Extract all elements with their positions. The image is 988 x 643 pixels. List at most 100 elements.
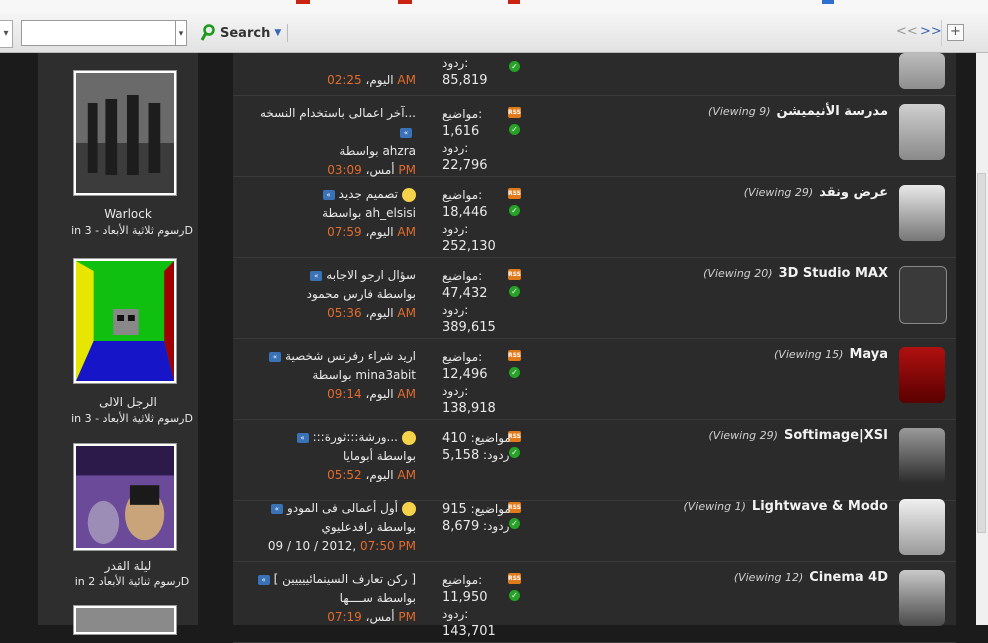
threads-count: 18,446 — [442, 205, 488, 220]
last-post-date: اليوم، — [365, 306, 394, 320]
replies-label: ردود: — [483, 519, 510, 533]
go-to-post-icon[interactable]: « — [322, 189, 335, 200]
gallery-item-title[interactable]: ليلة القدر — [38, 559, 218, 573]
threads-count: 410 — [442, 431, 467, 446]
gallery-thumbnail[interactable] — [73, 258, 177, 384]
last-post-date: 09 / 10 / 2012, — [267, 539, 357, 553]
forum-title[interactable]: 3D Studio MAX — [779, 266, 888, 281]
gallery-item-category[interactable]: in رسوم ثلاثية الأبعاد - 3D — [38, 412, 226, 425]
viewing-count: (Viewing 12) — [733, 571, 804, 584]
last-post-author[interactable]: بواسطة رافدعليوي — [268, 518, 416, 537]
search-dropdown-arrow[interactable]: ▾ — [176, 20, 187, 46]
forum-title[interactable]: Cinema 4D — [809, 570, 888, 585]
thumbs-up-icon — [402, 187, 416, 202]
last-post-title[interactable]: :::ورشة:::ثورة... — [313, 430, 398, 444]
tab-fragment[interactable] — [822, 0, 834, 4]
gallery-item-category[interactable]: in رسوم ثلاثية الأبعاد - 3D — [38, 224, 226, 237]
viewing-count: (Viewing 29) — [708, 429, 778, 442]
threads-label: مواضيع: — [442, 573, 483, 587]
gallery-image — [76, 608, 174, 632]
viewing-count: (Viewing 29) — [743, 186, 814, 199]
go-to-post-icon[interactable]: « — [270, 503, 283, 514]
viewing-count: (Viewing 15) — [774, 348, 844, 361]
last-post-author[interactable]: بواسطة mina3abit — [269, 366, 416, 385]
replies-count: 5,158 — [442, 448, 480, 463]
replies-count: 389,615 — [442, 320, 496, 335]
photos-icon — [899, 185, 945, 241]
threads-count: 12,496 — [442, 367, 488, 382]
go-to-post-icon[interactable]: « — [257, 574, 270, 585]
go-to-post-icon[interactable]: « — [310, 270, 323, 281]
last-post-date: اليوم، — [365, 468, 394, 482]
last-post-author[interactable]: بواسطة فارس محمود — [307, 285, 416, 304]
replies-count: 85,819 — [442, 73, 488, 88]
threads-label: مواضيع: — [442, 107, 483, 121]
go-to-post-icon[interactable]: « — [296, 432, 309, 443]
gallery-thumbnail[interactable] — [73, 443, 177, 551]
go-to-post-icon[interactable]: « — [269, 351, 282, 362]
forum-title[interactable]: مدرسة الأنيميشن — [776, 104, 888, 119]
forum-row[interactable]: (Viewing 15) Maya RSS ✓ مواضيع: 12,496 رد… — [233, 339, 956, 420]
forum-title[interactable]: Lightwave & Modo — [752, 499, 888, 514]
tab-fragment[interactable] — [296, 0, 310, 4]
threads-label: مواضيع: — [470, 431, 511, 445]
forum-row[interactable]: (Viewing 29) Softimage|XSI RSS ✓ مواضيع: … — [233, 420, 956, 501]
last-post-date: أمس، — [365, 163, 395, 177]
online-check-icon: ✓ — [509, 205, 520, 216]
replies-count: 252,130 — [442, 239, 496, 254]
gallery-item-category[interactable]: in رسوم ثنائية الأبعاد 2D — [38, 575, 226, 588]
last-post-time: 07:50 PM — [360, 539, 416, 553]
replies-count: 138,918 — [442, 401, 496, 416]
search-input[interactable] — [21, 20, 176, 46]
replies-count: 22,796 — [442, 158, 488, 173]
go-to-post-icon[interactable]: « — [400, 127, 412, 138]
last-post-author[interactable]: بواسطة ah_elsisi — [322, 204, 416, 223]
replies-count: 143,701 — [442, 624, 496, 639]
forum-title[interactable]: عرض ونقد — [819, 185, 888, 200]
rss-icon[interactable]: RSS — [508, 269, 521, 280]
vertical-scrollbar[interactable] — [976, 53, 988, 625]
lightwave-icon — [899, 499, 945, 555]
rss-icon[interactable]: RSS — [508, 350, 521, 361]
forum-title[interactable]: Maya — [849, 347, 888, 362]
online-check-icon: ✓ — [509, 286, 520, 297]
laylat-alqadr-image — [76, 446, 174, 548]
gallery-item-title[interactable]: Warlock — [38, 207, 218, 221]
rss-icon[interactable]: RSS — [508, 107, 521, 118]
forum-title[interactable]: Softimage|XSI — [784, 428, 888, 443]
gallery-thumbnail[interactable] — [73, 605, 177, 635]
replies-label: ردود: — [483, 448, 510, 462]
last-post-date: اليوم، — [365, 387, 394, 401]
tab-fragment[interactable] — [398, 0, 412, 4]
forum-row[interactable]: (Viewing 12) Cinema 4D RSS ✓ مواضيع: 11,9… — [233, 562, 956, 643]
viewing-count: (Viewing 1) — [683, 500, 746, 513]
last-post-author[interactable]: بواسطة ahzra — [260, 142, 416, 161]
toolbar-dropdown-arrow[interactable]: ▾ — [0, 20, 13, 48]
forum-row[interactable]: (Viewing 20) 3D Studio MAX RSS ✓ مواضيع: … — [233, 258, 956, 339]
threads-count: 11,950 — [442, 590, 488, 605]
last-post-author[interactable]: بواسطة ســــها — [258, 589, 416, 608]
last-post-title[interactable]: آخر اعمالى باستخدام النسخه... — [260, 106, 416, 120]
cinema-4d-icon — [899, 570, 945, 626]
gallery-item-title[interactable]: الرجل الالى — [38, 395, 218, 409]
forum-row[interactable]: (Viewing 9) مدرسة الأنيميشن RSS ✓ مواضيع:… — [233, 96, 956, 177]
tab-fragment[interactable] — [508, 0, 520, 4]
scrollbar-thumb[interactable] — [977, 173, 986, 533]
last-post-date: أمس، — [365, 610, 395, 624]
gallery-thumbnail[interactable] — [73, 70, 177, 196]
viewing-count: (Viewing 9) — [708, 105, 771, 118]
3ds-max-icon — [899, 266, 947, 324]
forum-row[interactable]: ردود: 85,819 ✓ اليوم، 02:25 AM — [233, 15, 956, 96]
rss-icon[interactable]: RSS — [508, 188, 521, 199]
last-post-title[interactable]: [ ركن تعارف السينمائييييين ] — [274, 572, 416, 586]
forum-row[interactable]: (Viewing 1) Lightwave & Modo RSS ✓ مواضيع… — [233, 491, 956, 562]
last-post-title[interactable]: اريد شراء رفرنس شخصية — [285, 349, 416, 363]
last-post-author[interactable]: بواسطة أبومايا — [297, 447, 416, 466]
grin-emoji-icon — [402, 430, 416, 445]
last-post-title[interactable]: تصميم جديد — [339, 187, 398, 201]
rss-icon[interactable]: RSS — [508, 573, 521, 584]
forum-row[interactable]: (Viewing 29) عرض ونقد RSS ✓ مواضيع: 18,44… — [233, 177, 956, 258]
last-post-title[interactable]: سؤال ارجو الاجابه — [326, 268, 416, 282]
threads-label: مواضيع: — [470, 502, 511, 516]
last-post-title[interactable]: أول أعمالى فى المودو — [287, 501, 398, 515]
